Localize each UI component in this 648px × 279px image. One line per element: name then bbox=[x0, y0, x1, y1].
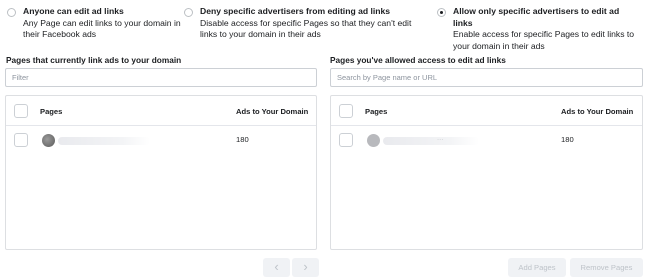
remove-pages-button[interactable]: Remove Pages bbox=[570, 258, 643, 277]
column-header-ads: Ads to Your Domain bbox=[561, 107, 634, 116]
previous-page-button[interactable]: ‹ bbox=[263, 258, 290, 277]
table-row: 180 bbox=[6, 127, 316, 153]
column-header-pages: Pages bbox=[40, 107, 63, 116]
radio-anyone-can-edit[interactable] bbox=[7, 8, 16, 17]
left-panel-title: Pages that currently link ads to your do… bbox=[6, 55, 182, 65]
select-all-checkbox[interactable] bbox=[339, 104, 353, 118]
allowed-pages-table: Pages Ads to Your Domain ... 180 bbox=[330, 95, 643, 250]
page-avatar bbox=[42, 134, 55, 147]
page-name: ... bbox=[437, 133, 444, 142]
chevron-left-icon: ‹ bbox=[274, 259, 279, 274]
column-header-pages: Pages bbox=[365, 107, 388, 116]
row-checkbox[interactable] bbox=[14, 133, 28, 147]
radio-deny-specific[interactable] bbox=[184, 8, 193, 17]
right-panel-title: Pages you've allowed access to edit ad l… bbox=[330, 55, 506, 65]
chevron-right-icon: › bbox=[303, 259, 308, 274]
page-name-redacted bbox=[58, 137, 150, 145]
option-title: Anyone can edit ad links bbox=[23, 6, 124, 16]
option-allow-specific[interactable]: Allow only specific advertisers to edit … bbox=[437, 6, 637, 52]
option-title: Allow only specific advertisers to edit … bbox=[453, 6, 620, 28]
option-deny-specific[interactable]: Deny specific advertisers from editing a… bbox=[184, 6, 424, 41]
row-checkbox[interactable] bbox=[339, 133, 353, 147]
ads-count: 180 bbox=[236, 135, 249, 144]
ads-count: 180 bbox=[561, 135, 574, 144]
page-avatar bbox=[367, 134, 380, 147]
option-description: Any Page can edit links to your domain i… bbox=[23, 17, 181, 40]
table-row: ... 180 bbox=[331, 127, 642, 153]
table-header: Pages Ads to Your Domain bbox=[331, 96, 642, 126]
option-title: Deny specific advertisers from editing a… bbox=[200, 6, 391, 16]
add-pages-button[interactable]: Add Pages bbox=[508, 258, 566, 277]
filter-input[interactable]: Filter bbox=[5, 68, 317, 87]
option-anyone-can-edit[interactable]: Anyone can edit ad links Any Page can ed… bbox=[7, 6, 182, 41]
next-page-button[interactable]: › bbox=[292, 258, 319, 277]
page-name-redacted bbox=[383, 137, 479, 145]
page-search-input[interactable]: Search by Page name or URL bbox=[330, 68, 643, 87]
select-all-checkbox[interactable] bbox=[14, 104, 28, 118]
column-header-ads: Ads to Your Domain bbox=[236, 107, 309, 116]
option-description: Enable access for specific Pages to edit… bbox=[453, 29, 635, 51]
radio-allow-specific[interactable] bbox=[437, 8, 446, 17]
option-description: Disable access for specific Pages so tha… bbox=[200, 17, 412, 40]
table-header: Pages Ads to Your Domain bbox=[6, 96, 316, 126]
current-pages-table: Pages Ads to Your Domain 180 bbox=[5, 95, 317, 250]
